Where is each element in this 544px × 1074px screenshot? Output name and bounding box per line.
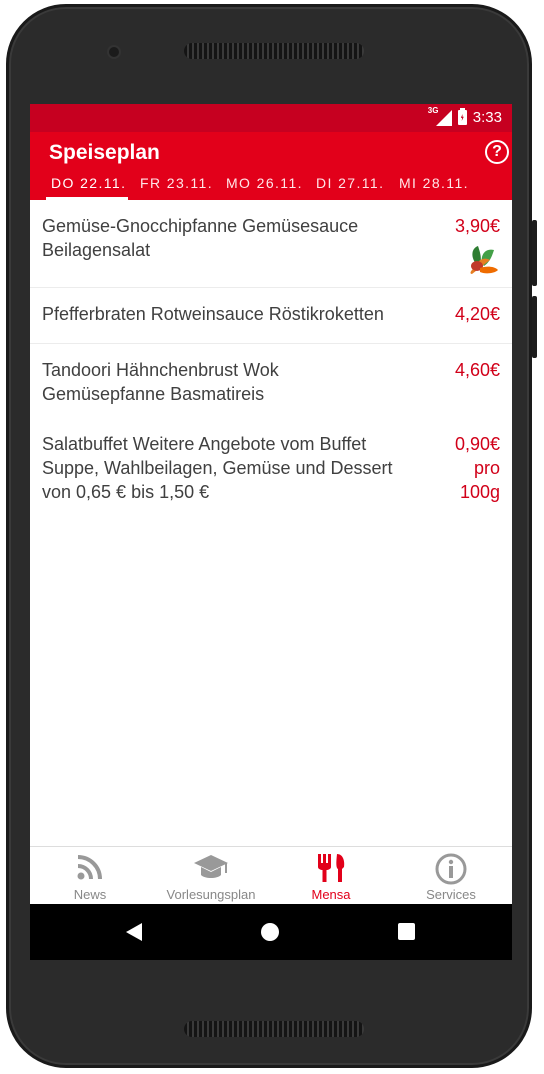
bottom-speaker bbox=[184, 1021, 364, 1037]
bottom-navigation: News Vorlesungsplan Mensa Services bbox=[30, 846, 512, 904]
home-icon[interactable] bbox=[261, 923, 279, 941]
status-bar: 3G 3:33 bbox=[30, 104, 512, 132]
graduation-cap-icon bbox=[194, 855, 228, 878]
nav-services[interactable]: Services bbox=[391, 847, 511, 905]
page-title: Speiseplan bbox=[49, 141, 160, 164]
tab-di-27-11[interactable]: DI 27.11. bbox=[316, 175, 384, 191]
menu-item-name: Pfefferbraten Rotweinsauce Röstikrokette… bbox=[42, 304, 384, 324]
tab-mi-28-11[interactable]: MI 28.11. bbox=[399, 175, 469, 191]
status-time: 3:33 bbox=[472, 109, 502, 126]
signal-icon: 3G bbox=[428, 106, 452, 126]
menu-item[interactable]: Gemüse-Gnocchipfanne Gemüsesauce Beilage… bbox=[30, 200, 512, 288]
tab-mo-26-11[interactable]: MO 26.11. bbox=[226, 175, 303, 191]
screen: 3G 3:33 Speiseplan ? DO 22.11. FR 23.11.… bbox=[30, 104, 512, 960]
menu-item-name: Gemüse-Gnocchipfanne Gemüsesauce Beilage… bbox=[42, 216, 359, 260]
system-navigation-bar bbox=[30, 904, 512, 960]
menu-item[interactable]: Salatbuffet Weitere Angebote vom Buffet … bbox=[30, 418, 512, 518]
tab-do-22-11[interactable]: DO 22.11. bbox=[51, 175, 126, 191]
rss-icon bbox=[77, 855, 102, 880]
menu-item-name: Salatbuffet Weitere Angebote vom Buffet … bbox=[42, 434, 393, 502]
menu-item-price: 4,20€ bbox=[454, 304, 500, 324]
battery-icon bbox=[457, 108, 467, 125]
menu-item-price: 0,90€ pro 100g bbox=[454, 434, 500, 502]
recent-apps-icon[interactable] bbox=[398, 923, 415, 940]
front-camera bbox=[107, 45, 121, 59]
nav-news[interactable]: News bbox=[30, 847, 150, 905]
tab-fr-23-11[interactable]: FR 23.11. bbox=[140, 175, 213, 191]
top-speaker bbox=[184, 43, 364, 59]
vegetarian-icon bbox=[470, 246, 498, 274]
menu-list: Gemüse-Gnocchipfanne Gemüsesauce Beilage… bbox=[30, 200, 512, 518]
menu-item[interactable]: Tandoori Hähnchenbrust Wok Gemüsepfanne … bbox=[30, 344, 512, 418]
power-button bbox=[532, 296, 537, 358]
menu-item-price: 4,60€ bbox=[454, 360, 500, 380]
fork-knife-icon bbox=[318, 854, 345, 882]
menu-item-name: Tandoori Hähnchenbrust Wok Gemüsepfanne … bbox=[42, 360, 279, 404]
volume-button bbox=[532, 220, 537, 286]
nav-vorlesungsplan[interactable]: Vorlesungsplan bbox=[151, 847, 271, 905]
menu-item[interactable]: Pfefferbraten Rotweinsauce Röstikrokette… bbox=[30, 288, 512, 344]
help-circle-icon[interactable]: ? bbox=[485, 140, 509, 164]
day-tabs: DO 22.11. FR 23.11. MO 26.11. DI 27.11. … bbox=[30, 172, 512, 200]
app-bar: Speiseplan ? DO 22.11. FR 23.11. MO 26.1… bbox=[30, 132, 512, 200]
nav-mensa[interactable]: Mensa bbox=[271, 847, 391, 905]
info-icon bbox=[435, 853, 467, 885]
menu-item-price: 3,90€ bbox=[454, 216, 500, 236]
back-icon[interactable] bbox=[126, 923, 142, 941]
